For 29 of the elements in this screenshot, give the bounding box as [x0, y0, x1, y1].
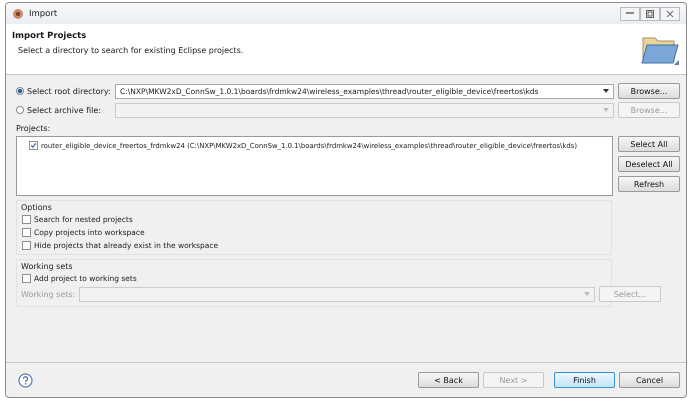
field-label: Working sets: [21, 290, 76, 298]
checkbox[interactable] [22, 241, 31, 250]
checkbox[interactable] [29, 141, 38, 150]
list-action-button[interactable]: Deselect All [618, 156, 680, 172]
page-description: Select a directory to search for existing Eclipse projects. [17, 46, 244, 55]
list-action-button[interactable]: Select All [618, 136, 680, 152]
list-action-button[interactable]: Refresh [618, 176, 680, 192]
checkbox[interactable] [22, 215, 31, 224]
projects-label: Projects: [16, 124, 52, 133]
close-button[interactable] [660, 6, 680, 20]
radio-button[interactable] [16, 87, 24, 95]
close-icon [666, 10, 674, 18]
checkbox[interactable] [22, 228, 31, 237]
minimize-button[interactable] [620, 6, 640, 20]
app-icon [12, 8, 24, 20]
dropdown-caret-icon[interactable] [603, 89, 609, 93]
group-title: Options [21, 203, 53, 212]
help-icon[interactable] [18, 372, 33, 388]
dialog-button[interactable]: Cancel [619, 372, 680, 388]
maximize-button[interactable] [640, 6, 660, 20]
minimize-icon [626, 12, 634, 15]
page-title: Import Projects [12, 31, 88, 41]
group-title: Working sets [21, 262, 74, 271]
browse-button[interactable]: Browse... [618, 83, 680, 99]
maximize-icon [646, 10, 654, 18]
dialog-button[interactable]: < Back [418, 372, 479, 388]
radio-label[interactable]: Select root directory: [16, 86, 111, 96]
dialog-button[interactable]: Finish [554, 372, 615, 388]
window-title: Import [29, 8, 58, 18]
